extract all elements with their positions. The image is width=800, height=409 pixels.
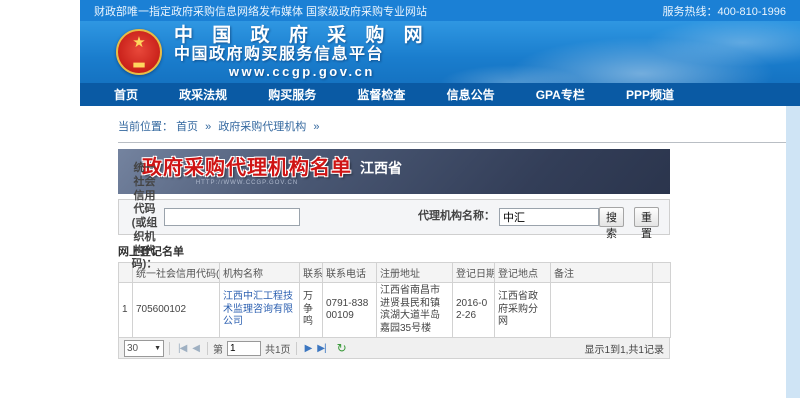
- main-nav-items: 首页 政采法规 购买服务 监督检查 信息公告 GPA专栏 PPP频道: [114, 86, 674, 103]
- breadcrumb-divider: [118, 142, 786, 143]
- col-address: 注册地址: [377, 263, 453, 283]
- page-wrapper: 财政部唯一指定政府采购信息网络发布媒体 国家级政府采购专业网站 服务热线：400…: [80, 0, 800, 409]
- page-size-value: 30: [127, 343, 138, 354]
- site-title: 中 国 政 府 采 购 网: [174, 25, 430, 46]
- refresh-icon[interactable]: ↻: [337, 341, 347, 355]
- banner-region-label: 江西省: [360, 158, 402, 178]
- site-header: ★ ▄▄ 中 国 政 府 采 购 网 中国政府购买服务信息平台 www.ccgp…: [80, 21, 800, 83]
- col-extra: [653, 263, 671, 283]
- pager-divider: [169, 342, 170, 355]
- nav-item-gpa[interactable]: GPA专栏: [536, 86, 585, 103]
- nav-item-ppp[interactable]: PPP频道: [626, 86, 674, 103]
- nav-item-supervision[interactable]: 监督检查: [357, 86, 405, 103]
- module-banner: 政府采购代理机构名单 HTTP://WWW.CCGP.GOV.CN 江西省: [118, 149, 670, 194]
- cell-remark: [551, 283, 653, 338]
- table-header-row: 统一社会信用代码(或组织机构代码) 机构名称 联系人 联系电话 注册地址 登记日…: [119, 263, 671, 283]
- top-slogan: 财政部唯一指定政府采购信息网络发布媒体 国家级政府采购专业网站: [94, 3, 427, 19]
- col-phone: 联系电话: [323, 263, 377, 283]
- agency-detail-link[interactable]: 江西中汇工程技术监理咨询有限公司: [223, 291, 293, 327]
- top-bar: 财政部唯一指定政府采购信息网络发布媒体 国家级政府采购专业网站 服务热线：400…: [80, 0, 800, 21]
- breadcrumb-separator: »: [313, 121, 319, 133]
- cell-phone: 0791-83800109: [323, 283, 377, 338]
- first-page-button[interactable]: |◀: [178, 343, 186, 354]
- nav-item-regulations[interactable]: 政采法规: [179, 86, 227, 103]
- page-prefix-label: 第: [213, 341, 223, 356]
- breadcrumb-section-link[interactable]: 政府采购代理机构: [218, 121, 306, 133]
- next-page-button[interactable]: ▶: [305, 343, 312, 354]
- agency-name-input[interactable]: [499, 208, 599, 226]
- content-area: 当前位置： 首页 » 政府采购代理机构 » 政府采购代理机构名单 HTTP://…: [80, 106, 800, 409]
- banner-title: 政府采购代理机构名单: [142, 157, 352, 179]
- agency-list-module: 政府采购代理机构名单 HTTP://WWW.CCGP.GOV.CN 江西省 统一…: [118, 149, 670, 359]
- col-reg-date: 登记日期: [453, 263, 495, 283]
- cell-address: 江西省南昌市进贤县民和镇滨湖大道半岛嘉园35号楼: [377, 283, 453, 338]
- emblem-gate-icon: ▄▄: [118, 59, 160, 67]
- breadcrumb-home-link[interactable]: 首页: [176, 121, 198, 133]
- service-hotline: 服务热线：400-810-1996: [662, 3, 786, 19]
- page-number-input[interactable]: [227, 341, 261, 356]
- cell-reg-place: 江西省政府采购分网: [495, 283, 551, 338]
- search-panel: 统一社会信用代码(或组织机构代码)： 代理机构名称： 搜索 重置: [118, 199, 670, 235]
- cell-credit-code: 705600102: [133, 283, 220, 338]
- col-agency-name: 机构名称: [220, 263, 300, 283]
- cell-extra: [653, 283, 671, 338]
- page-total-label: 共1页: [265, 341, 291, 356]
- credit-code-input[interactable]: [164, 208, 300, 226]
- pager-divider: [207, 342, 208, 355]
- cell-contact: 万争鸣: [300, 283, 323, 338]
- col-remark: 备注: [551, 263, 653, 283]
- col-credit-code: 统一社会信用代码(或组织机构代码): [133, 263, 220, 283]
- nav-item-home[interactable]: 首页: [114, 86, 138, 103]
- banner-url-text: HTTP://WWW.CCGP.GOV.CN: [196, 179, 298, 187]
- agency-name-label: 代理机构名称：: [418, 210, 495, 224]
- last-page-button[interactable]: ▶|: [317, 343, 325, 354]
- table-row: 1 705600102 江西中汇工程技术监理咨询有限公司 万争鸣 0791-83…: [119, 283, 671, 338]
- pager-record-info: 显示1到1,共1记录: [585, 341, 664, 356]
- breadcrumb-prefix: 当前位置：: [118, 121, 173, 133]
- list-title: 网上登记名单: [118, 243, 670, 259]
- site-subtitle: 中国政府购买服务信息平台: [174, 46, 430, 64]
- site-title-block: 中 国 政 府 采 购 网 中国政府购买服务信息平台 www.ccgp.gov.…: [174, 25, 430, 79]
- breadcrumb: 当前位置： 首页 » 政府采购代理机构 »: [80, 106, 800, 140]
- breadcrumb-separator: »: [205, 121, 211, 133]
- col-contact: 联系人: [300, 263, 323, 283]
- reset-button[interactable]: 重置: [634, 207, 659, 227]
- banner-title-block: 政府采购代理机构名单 HTTP://WWW.CCGP.GOV.CN: [142, 157, 352, 187]
- prev-page-button[interactable]: ◀: [192, 343, 199, 354]
- emblem-star-icon: ★: [118, 35, 160, 50]
- nav-item-purchase-services[interactable]: 购买服务: [268, 86, 316, 103]
- nav-item-announcements[interactable]: 信息公告: [447, 86, 495, 103]
- site-url: www.ccgp.gov.cn: [174, 64, 430, 79]
- main-nav: 首页 政采法规 购买服务 监督检查 信息公告 GPA专栏 PPP频道: [80, 83, 800, 106]
- right-background-strip: [786, 106, 800, 398]
- cell-index: 1: [119, 283, 133, 338]
- national-emblem-icon: ★ ▄▄: [116, 29, 162, 75]
- search-button[interactable]: 搜索: [599, 207, 624, 227]
- pagination-bar: 30 ▼ |◀ ◀ 第 共1页 ▶ ▶| ↻ 显示1到1,共1记录: [118, 338, 670, 359]
- page-size-select[interactable]: 30 ▼: [124, 340, 164, 357]
- cell-reg-date: 2016-02-26: [453, 283, 495, 338]
- pager-divider: [296, 342, 297, 355]
- agency-table: 统一社会信用代码(或组织机构代码) 机构名称 联系人 联系电话 注册地址 登记日…: [118, 262, 671, 338]
- col-reg-place: 登记地点: [495, 263, 551, 283]
- chevron-down-icon: ▼: [154, 345, 161, 352]
